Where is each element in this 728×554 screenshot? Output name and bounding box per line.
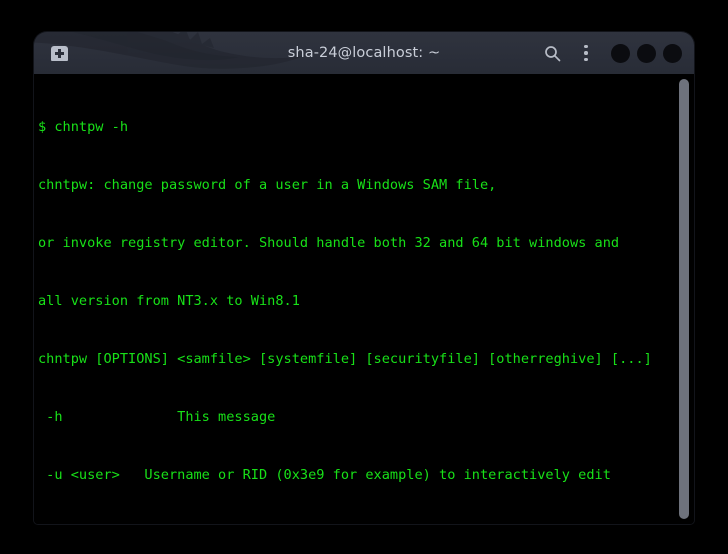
terminal-window: sha-24@localhost: ~	[34, 32, 694, 524]
close-button[interactable]	[663, 44, 682, 63]
output-line: chntpw [OPTIONS] <samfile> [systemfile] …	[38, 350, 694, 369]
output-line: all version from NT3.x to Win8.1	[38, 292, 694, 311]
minimize-button[interactable]	[611, 44, 630, 63]
maximize-button[interactable]	[637, 44, 656, 63]
new-tab-button[interactable]	[48, 43, 70, 63]
screen: sha-24@localhost: ~	[0, 0, 728, 554]
output-line: chntpw: change password of a user in a W…	[38, 176, 694, 195]
search-button[interactable]	[537, 38, 567, 68]
window-buttons	[611, 44, 682, 63]
output-line: or invoke registry editor. Should handle…	[38, 234, 694, 253]
output-line: $ chntpw -h	[38, 118, 694, 137]
new-tab-plus-icon	[51, 46, 68, 61]
titlebar-controls	[537, 32, 684, 74]
output-line: -u <user> Username or RID (0x3e9 for exa…	[38, 466, 694, 485]
kebab-menu-icon	[584, 45, 588, 62]
terminal-output: $ chntpw -h chntpw: change password of a…	[36, 79, 694, 524]
menu-button[interactable]	[571, 38, 601, 68]
terminal-body[interactable]: $ chntpw -h chntpw: change password of a…	[34, 74, 694, 524]
search-icon	[544, 45, 561, 62]
output-line: -h This message	[38, 408, 694, 427]
vertical-scrollbar[interactable]	[677, 77, 691, 521]
title-bar[interactable]: sha-24@localhost: ~	[34, 32, 694, 74]
scrollbar-thumb[interactable]	[679, 79, 689, 519]
